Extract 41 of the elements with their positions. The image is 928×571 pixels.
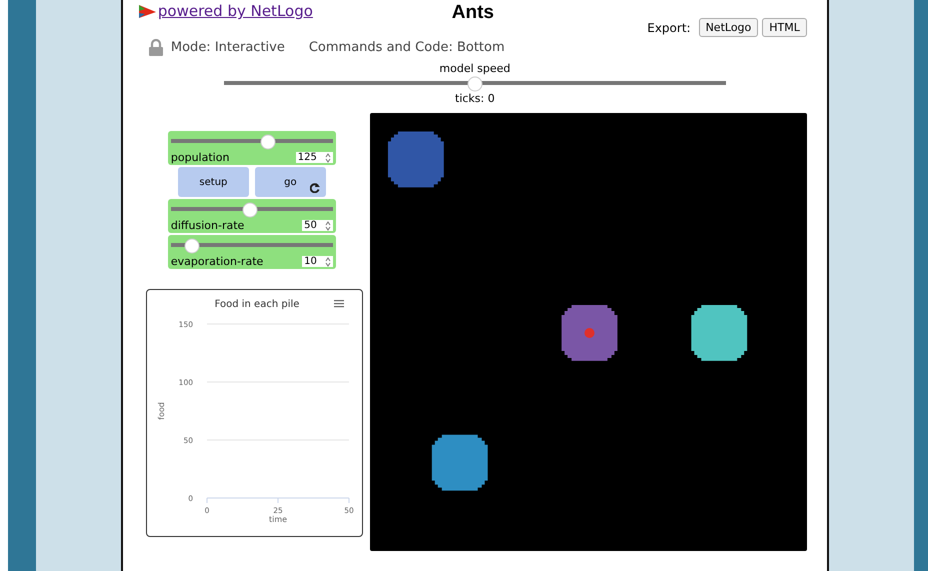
slider-track[interactable] xyxy=(170,134,333,149)
food-pile xyxy=(432,434,488,491)
x-axis-label: time xyxy=(268,515,287,524)
food-pile xyxy=(561,305,618,361)
netlogo-link[interactable]: powered by NetLogo xyxy=(138,2,452,20)
number-field[interactable]: 50 xyxy=(302,220,333,231)
slider-thumb[interactable] xyxy=(260,134,276,149)
slider-track[interactable] xyxy=(170,238,333,253)
chart-title: Food in each pile xyxy=(214,299,300,310)
spinner-icon[interactable] xyxy=(324,257,331,267)
ant xyxy=(584,328,594,338)
model-title: Ants xyxy=(452,2,494,24)
layout-label[interactable]: Commands and Code: Bottom xyxy=(308,40,505,54)
slider-widget[interactable]: diffusion-rate 50 xyxy=(168,199,336,233)
number-field[interactable]: 10 xyxy=(302,256,333,267)
menu-icon[interactable] xyxy=(334,300,344,308)
slider-label: population xyxy=(170,151,230,164)
slider-label: diffusion-rate xyxy=(170,219,244,232)
spinner-icon[interactable] xyxy=(324,153,331,163)
food-pile xyxy=(691,305,748,361)
mode-label[interactable]: Mode: Interactive xyxy=(170,40,285,54)
export-button[interactable]: NetLogo xyxy=(698,18,758,37)
command-button[interactable]: go xyxy=(254,167,326,197)
slider-thumb[interactable] xyxy=(242,202,258,217)
slider-widget[interactable]: population 125 xyxy=(168,131,336,165)
slider-widget[interactable]: evaporation-rate 10 xyxy=(168,235,336,269)
spinner-icon[interactable] xyxy=(324,221,331,231)
slider-label: evaporation-rate xyxy=(170,255,264,268)
slider-thumb[interactable] xyxy=(467,76,482,91)
lock-icon[interactable] xyxy=(148,38,163,56)
export-button[interactable]: HTML xyxy=(762,18,807,37)
number-field[interactable]: 125 xyxy=(296,152,333,163)
slider-track[interactable] xyxy=(170,202,333,217)
export-label: Export: xyxy=(647,20,691,34)
logo-icon xyxy=(138,4,156,18)
y-axis-label: food xyxy=(156,402,166,420)
command-button[interactable]: setup xyxy=(178,167,249,197)
nest-patch xyxy=(388,131,444,188)
speed-label: model speed xyxy=(439,62,510,75)
slider-thumb[interactable] xyxy=(184,238,200,253)
ticks-counter: ticks: 0 xyxy=(455,92,495,105)
